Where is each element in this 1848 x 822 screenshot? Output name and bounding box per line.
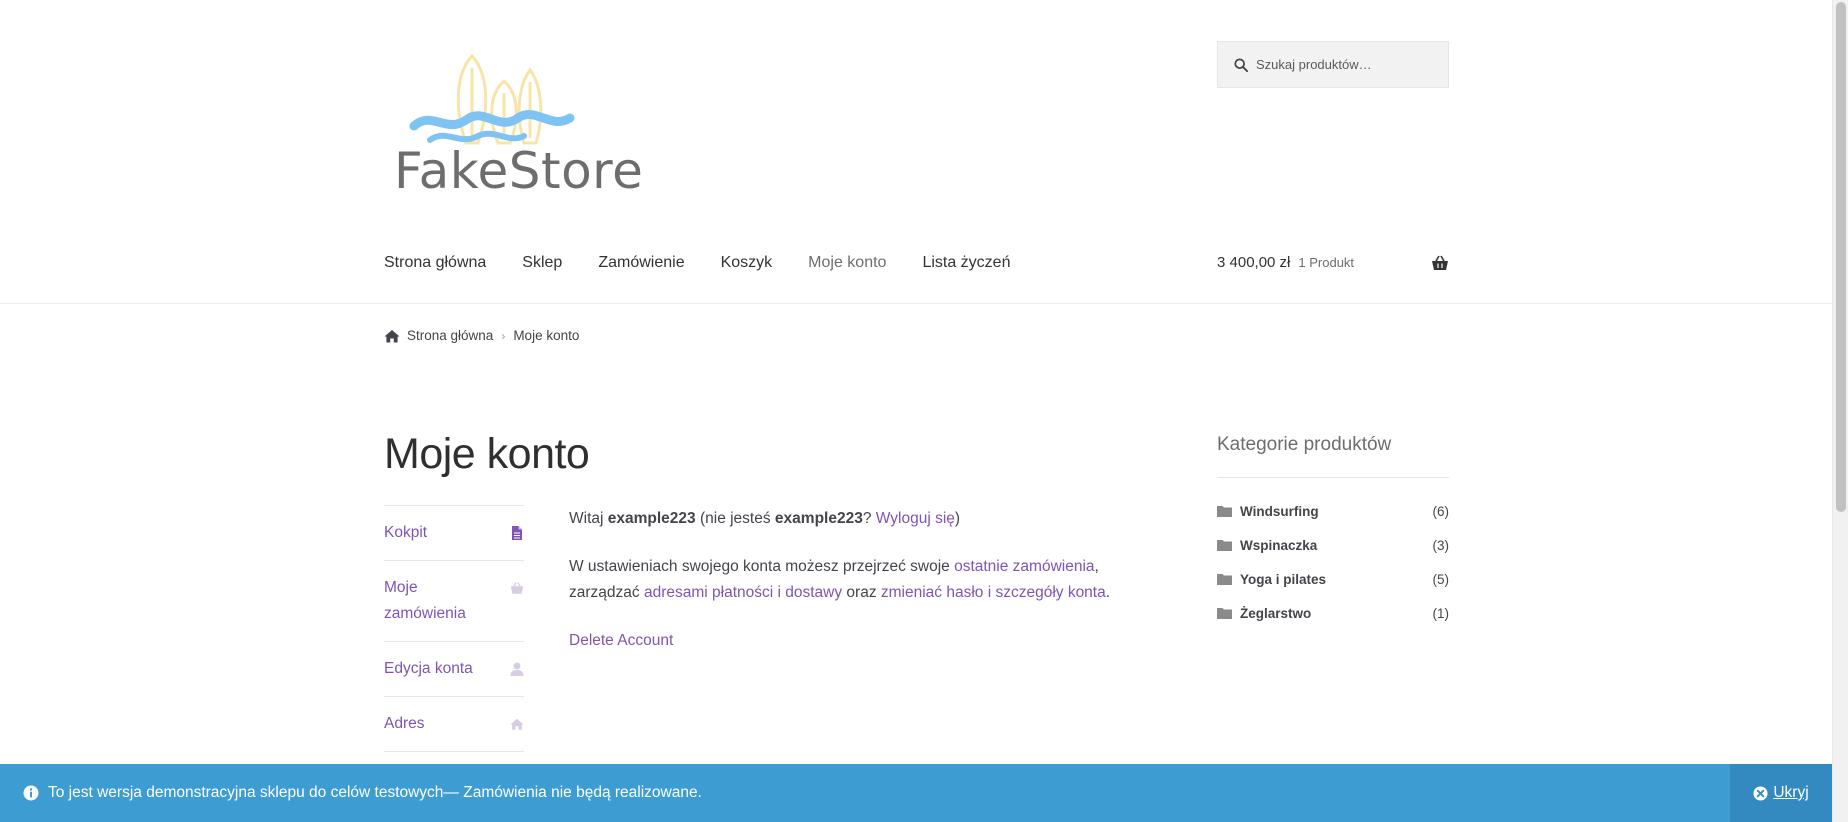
username: example223	[607, 510, 696, 527]
greeting-question: ?	[862, 510, 876, 527]
header-divider	[0, 303, 1832, 304]
logo-text: FakeStore	[394, 142, 644, 200]
category-count: (1)	[1432, 605, 1450, 621]
site-logo[interactable]: FakeStore	[384, 48, 643, 200]
folder-icon	[1217, 540, 1232, 551]
recent-orders-link[interactable]: ostatnie zamówienia	[954, 558, 1094, 575]
folder-icon	[1217, 574, 1232, 585]
greeting-text: Witaj example223 (nie jesteś example223?…	[569, 506, 1169, 532]
username-repeat: example223	[774, 510, 863, 527]
account-navigation: Kokpit Moje zamówienia Edycja konta Adre…	[384, 505, 524, 752]
mini-cart[interactable]: 3 400,00 zł 1 Produkt	[1217, 254, 1449, 271]
page-title: Moje konto	[384, 430, 590, 478]
breadcrumb-home-link[interactable]: Strona główna	[407, 328, 493, 343]
description-part: oraz	[842, 584, 881, 601]
folder-icon	[1217, 608, 1232, 619]
account-dashboard-content: Witaj example223 (nie jesteś example223?…	[569, 506, 1169, 676]
account-nav-edit-account[interactable]: Edycja konta	[384, 641, 524, 696]
search-input[interactable]	[1256, 57, 1436, 72]
widget-title: Kategorie produktów	[1217, 434, 1449, 478]
nav-item-home[interactable]: Strona główna	[384, 254, 486, 272]
close-icon	[1753, 785, 1768, 801]
category-item: Żeglarstwo (1)	[1217, 596, 1449, 630]
account-description: W ustawieniach swojego konta możesz prze…	[569, 554, 1169, 606]
cart-count: 1 Produkt	[1298, 255, 1355, 270]
folder-icon	[1217, 506, 1232, 517]
account-nav-label: Moje zamówienia	[384, 579, 466, 622]
nav-item-wishlist[interactable]: Lista życzeń	[922, 254, 1010, 272]
search-icon	[1234, 57, 1248, 72]
page-scrollbar[interactable]	[1832, 0, 1848, 822]
category-link-windsurfing[interactable]: Windsurfing	[1240, 504, 1319, 519]
category-link-wspinaczka[interactable]: Wspinaczka	[1240, 538, 1317, 553]
account-nav-orders[interactable]: Moje zamówienia	[384, 560, 524, 641]
demo-store-notice: To jest wersja demonstracyjna sklepu do …	[0, 764, 1832, 822]
category-count: (6)	[1432, 503, 1450, 519]
nav-item-my-account[interactable]: Moje konto	[808, 254, 886, 272]
category-item: Windsurfing (6)	[1217, 494, 1449, 528]
nav-item-cart[interactable]: Koszyk	[721, 254, 773, 272]
basket-icon	[1432, 255, 1448, 270]
category-count: (5)	[1432, 571, 1450, 587]
account-nav-label: Edycja konta	[384, 660, 473, 677]
breadcrumb-separator: ›	[501, 328, 506, 343]
cart-amount: 3 400,00 zł	[1217, 254, 1291, 271]
category-link-zeglarstwo[interactable]: Żeglarstwo	[1240, 606, 1311, 621]
greeting-mid: (nie jesteś	[695, 510, 775, 527]
addresses-link[interactable]: adresami płatności i dostawy	[644, 584, 842, 601]
greeting-prefix: Witaj	[569, 510, 608, 527]
product-search[interactable]	[1217, 41, 1449, 88]
description-part: .	[1105, 584, 1111, 601]
notice-text: To jest wersja demonstracyjna sklepu do …	[48, 784, 702, 801]
description-part: W ustawieniach swojego konta możesz prze…	[569, 558, 955, 575]
dismiss-label: Ukryj	[1773, 784, 1809, 801]
logo-surfboards-icon	[409, 53, 575, 145]
product-categories-widget: Kategorie produktów Windsurfing (6) Wspi…	[1217, 434, 1449, 630]
file-icon	[512, 526, 522, 540]
breadcrumb: Strona główna › Moje konto	[384, 328, 579, 343]
info-icon	[23, 785, 39, 801]
basket-icon	[510, 582, 524, 594]
scrollbar-thumb[interactable]	[1836, 2, 1846, 512]
nav-item-shop[interactable]: Sklep	[522, 254, 562, 272]
breadcrumb-current: Moje konto	[513, 328, 580, 343]
dismiss-notice-button[interactable]: Ukryj	[1730, 764, 1832, 822]
account-nav-label: Kokpit	[384, 524, 428, 541]
account-nav-dashboard[interactable]: Kokpit	[384, 505, 524, 560]
account-nav-address[interactable]: Adres	[384, 696, 524, 752]
category-item: Yoga i pilates (5)	[1217, 562, 1449, 596]
nav-item-checkout[interactable]: Zamówienie	[598, 254, 684, 272]
delete-account-link[interactable]: Delete Account	[569, 632, 673, 649]
category-count: (3)	[1432, 537, 1450, 553]
home-icon	[510, 718, 524, 730]
category-link-yoga[interactable]: Yoga i pilates	[1240, 572, 1326, 587]
account-nav-label: Adres	[384, 715, 425, 732]
account-details-link[interactable]: zmieniać hasło i szczegóły konta	[881, 584, 1106, 601]
greeting-end: )	[954, 510, 961, 527]
category-list: Windsurfing (6) Wspinaczka (3) Yoga i pi…	[1217, 494, 1449, 630]
category-item: Wspinaczka (3)	[1217, 528, 1449, 562]
primary-navigation: Strona główna Sklep Zamówienie Koszyk Mo…	[384, 254, 1010, 272]
logout-link[interactable]: Wyloguj się	[876, 510, 955, 527]
home-icon	[384, 329, 400, 342]
user-icon	[510, 662, 524, 676]
